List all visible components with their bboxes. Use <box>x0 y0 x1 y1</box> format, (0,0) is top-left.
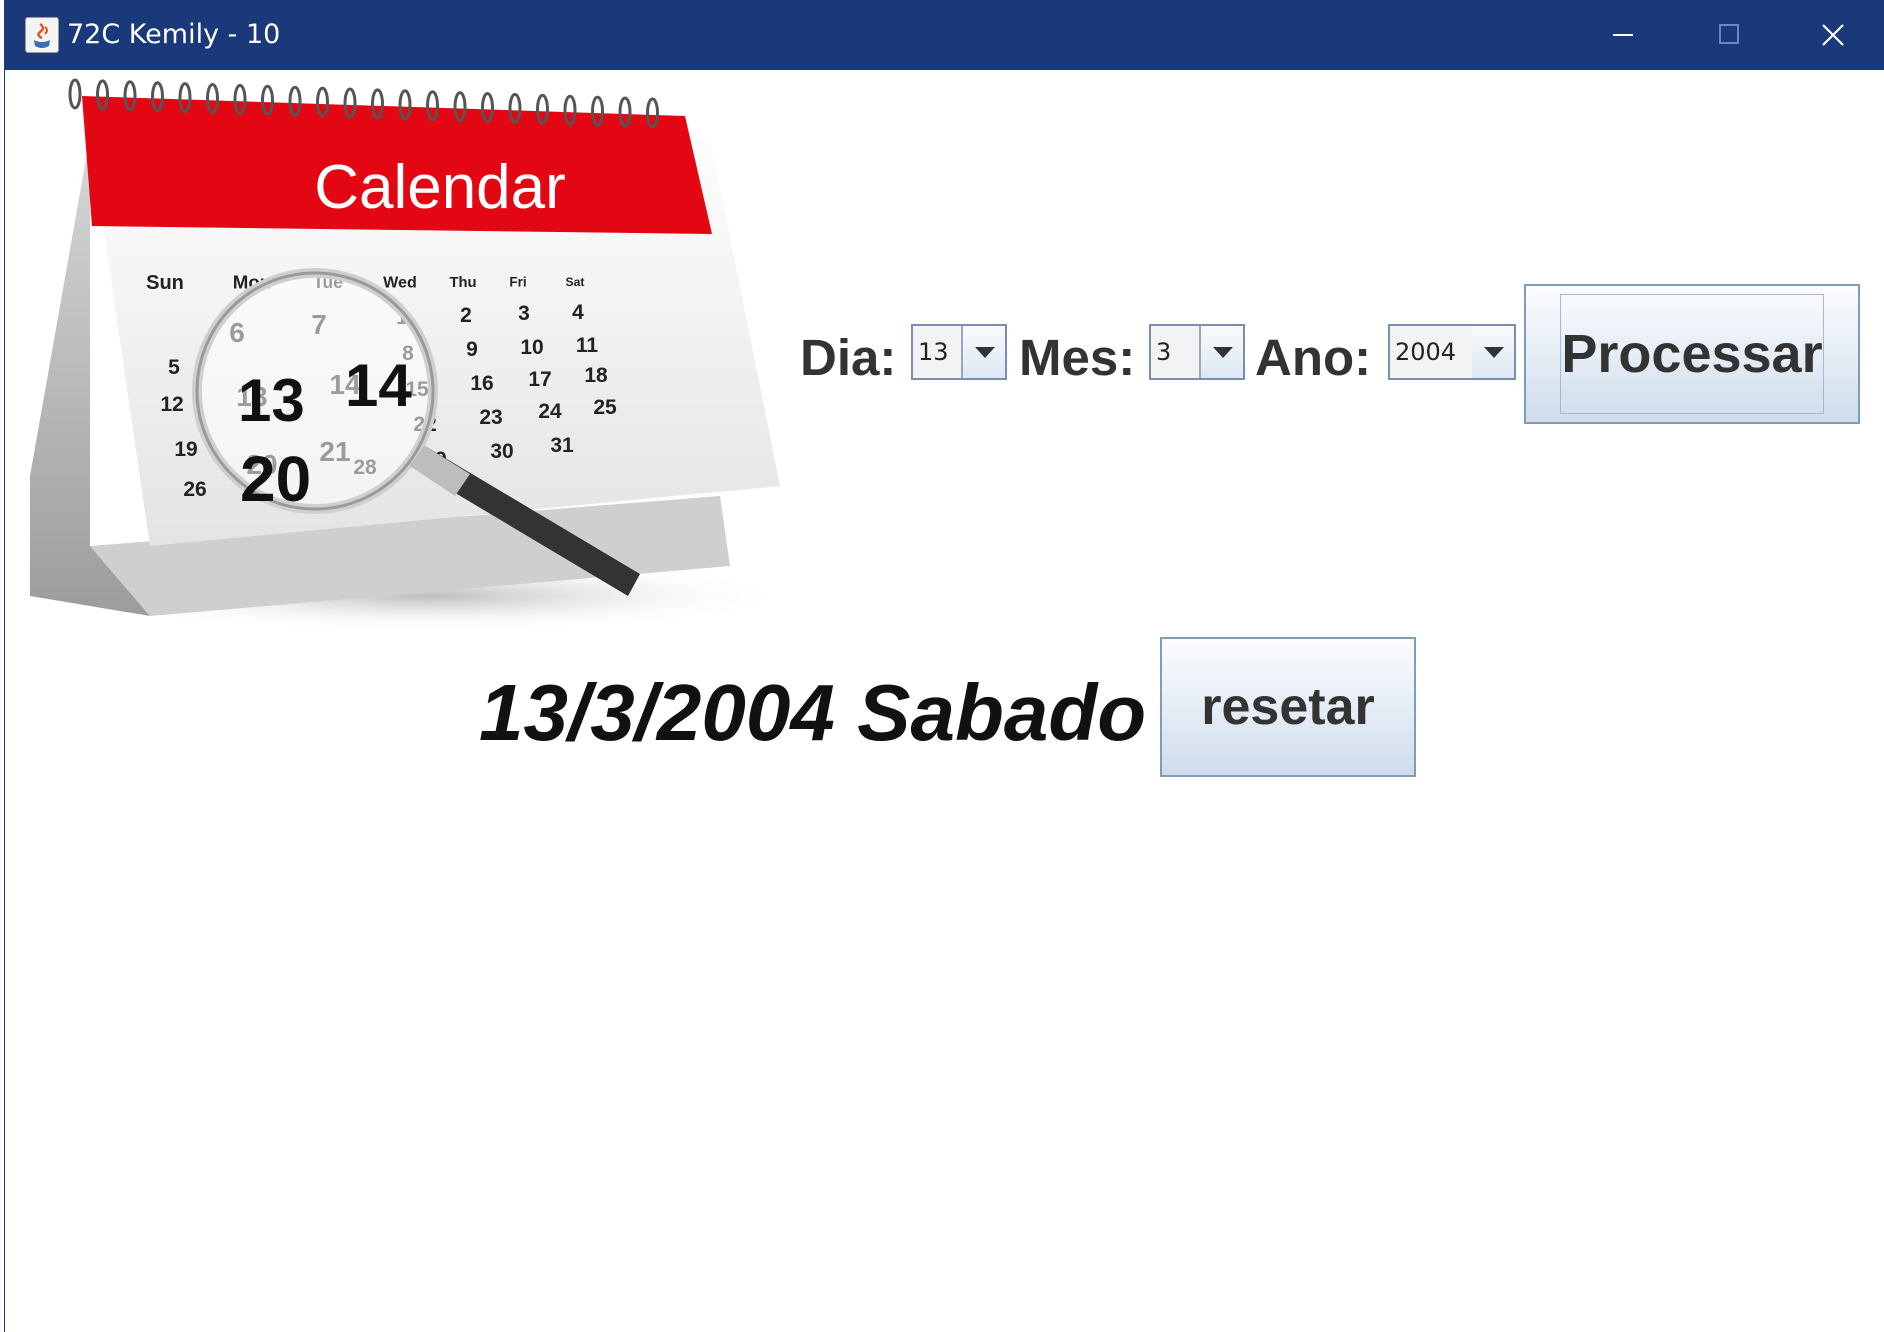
day-number: 10 <box>520 336 543 359</box>
day-number: 3 <box>518 302 530 325</box>
java-app-icon <box>25 17 59 53</box>
day-number: 24 <box>538 400 562 423</box>
dia-dropdown-arrow-icon[interactable] <box>963 326 1005 378</box>
day-number: 16 <box>470 372 493 395</box>
weekday-label: Sun <box>146 272 184 294</box>
ano-combobox[interactable]: 2004 <box>1388 324 1516 380</box>
day-number: 18 <box>584 364 608 387</box>
day-number: 26 <box>183 478 206 501</box>
day-number: 19 <box>174 438 197 461</box>
mes-value[interactable]: 3 <box>1151 326 1201 378</box>
processar-button[interactable]: Processar <box>1524 284 1860 424</box>
dia-combobox[interactable]: 13 <box>911 324 1007 380</box>
day-number: 12 <box>160 393 183 416</box>
title-bar[interactable]: 72C Kemily - 10 <box>5 0 1884 70</box>
result-date-label: 13/3/2004 Sabado <box>479 668 1147 757</box>
ano-value[interactable]: 2004 <box>1390 326 1474 378</box>
minimize-button[interactable] <box>1571 0 1675 70</box>
mes-label: Mes: <box>1019 329 1136 386</box>
weekday-label: Wed <box>383 274 417 292</box>
weekday-label: Thu <box>449 275 476 291</box>
minimize-icon <box>1613 34 1633 36</box>
content-pane: Calendar SunMonTueWedThuFriSat 123456789… <box>5 70 1884 1332</box>
weekday-label: Sat <box>566 275 585 289</box>
day-number: 31 <box>550 434 574 457</box>
dia-value[interactable]: 13 <box>913 326 963 378</box>
calendar-brand: Calendar <box>314 153 566 222</box>
maximize-icon <box>1719 24 1739 44</box>
calendar-magnifier-image: Calendar SunMonTueWedThuFriSat 123456789… <box>30 78 800 632</box>
spiral-ring <box>68 78 82 110</box>
close-button[interactable] <box>1781 0 1884 70</box>
magnified-14: 14 <box>345 352 412 419</box>
resetar-label: resetar <box>1201 678 1375 736</box>
day-number: 25 <box>593 396 617 419</box>
day-number: 5 <box>168 356 180 379</box>
day-number: 23 <box>479 406 502 429</box>
magnified-13: 13 <box>238 367 305 434</box>
dia-label: Dia: <box>800 329 897 386</box>
day-number: 11 <box>576 334 599 357</box>
magnified-20: 20 <box>240 443 311 515</box>
day-number: 9 <box>466 338 478 361</box>
close-icon <box>1822 24 1844 46</box>
day-number: 30 <box>490 440 513 463</box>
window-title: 72C Kemily - 10 <box>67 19 281 50</box>
ano-label: Ano: <box>1255 329 1372 386</box>
weekday-label: Fri <box>509 275 526 290</box>
mes-dropdown-arrow-icon[interactable] <box>1201 326 1243 378</box>
mes-combobox[interactable]: 3 <box>1149 324 1245 380</box>
ano-dropdown-arrow-icon[interactable] <box>1472 326 1514 378</box>
day-number: 2 <box>460 304 472 327</box>
focus-ring <box>1560 294 1824 414</box>
app-window: 72C Kemily - 10 Calendar Sun Mon Wed Thu… <box>4 0 1884 1332</box>
maximize-button[interactable] <box>1677 0 1781 70</box>
day-number: 4 <box>572 301 584 324</box>
resetar-button[interactable]: resetar <box>1160 637 1416 777</box>
day-number: 17 <box>528 368 551 391</box>
